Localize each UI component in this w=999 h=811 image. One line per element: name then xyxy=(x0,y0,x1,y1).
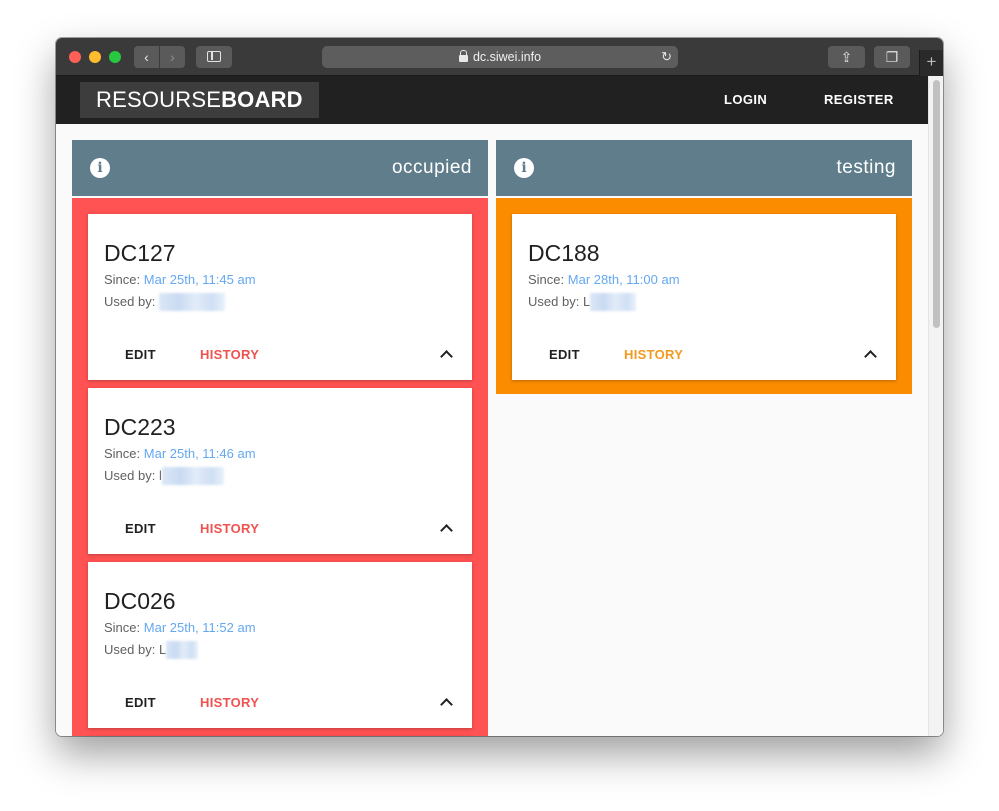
login-link[interactable]: LOGIN xyxy=(724,76,767,124)
column-occupied: i occupied DC127 Since: Mar 25th, 11:45 … xyxy=(72,140,488,736)
used-by-label: Used by: xyxy=(104,294,156,309)
tab-overview-button[interactable]: ❐ xyxy=(874,46,910,68)
since-time: Mar 25th, 11:46 am xyxy=(143,446,256,461)
edit-button[interactable]: EDIT xyxy=(549,347,580,362)
used-by-label: Used by: xyxy=(528,294,580,309)
chevron-right-icon: › xyxy=(170,49,175,65)
brand-text-bold: BOARD xyxy=(221,87,303,112)
since-line: Since: Mar 25th, 11:46 am xyxy=(104,446,256,461)
since-line: Since: Mar 25th, 11:52 am xyxy=(104,620,256,635)
column-header: i occupied xyxy=(72,140,488,196)
resource-name: DC188 xyxy=(528,240,600,266)
since-time: Mar 28th, 11:00 am xyxy=(567,272,680,287)
close-window-button[interactable] xyxy=(69,51,81,63)
back-button[interactable]: ‹ xyxy=(134,46,159,68)
column-testing: i testing DC188 Since: Mar 28th, 11:00 a… xyxy=(496,140,912,394)
tabs-icon: ❐ xyxy=(885,49,899,65)
since-time: Mar 25th, 11:45 am xyxy=(143,272,256,287)
info-icon[interactable]: i xyxy=(514,158,534,178)
brand-text-light: RESOURSE xyxy=(96,87,222,112)
since-label: Since: xyxy=(104,620,141,635)
used-by-label: Used by: xyxy=(104,642,156,657)
column-header: i testing xyxy=(496,140,912,196)
user-initial: L xyxy=(158,642,167,657)
forward-button[interactable]: › xyxy=(160,46,185,68)
resource-name: DC026 xyxy=(104,588,176,614)
since-label: Since: xyxy=(528,272,565,287)
address-url: dc.siwei.info xyxy=(472,50,542,64)
since-label: Since: xyxy=(104,272,141,287)
user-initial: L xyxy=(582,294,591,309)
redacted-username xyxy=(161,467,224,485)
page-viewport: RESOURSEBOARD LOGIN REGISTER i occupied … xyxy=(56,76,943,736)
edit-button[interactable]: EDIT xyxy=(125,347,156,362)
column-body: DC127 Since: Mar 25th, 11:45 am Used by:… xyxy=(72,198,488,736)
used-by-line: Used by: L xyxy=(528,293,637,311)
history-button[interactable]: HISTORY xyxy=(200,695,259,710)
history-button[interactable]: HISTORY xyxy=(200,521,259,536)
edit-button[interactable]: EDIT xyxy=(125,521,156,536)
column-title: testing xyxy=(836,157,896,178)
sidebar-toggle-button[interactable] xyxy=(196,46,232,68)
address-bar[interactable]: dc.siwei.info ↻ xyxy=(322,46,678,68)
history-button[interactable]: HISTORY xyxy=(200,347,259,362)
history-button[interactable]: HISTORY xyxy=(624,347,683,362)
used-by-line: Used by: xyxy=(104,293,225,311)
chevron-up-icon[interactable] xyxy=(440,524,453,537)
scrollbar[interactable] xyxy=(928,76,943,736)
redacted-username xyxy=(158,293,225,311)
chevron-up-icon[interactable] xyxy=(440,350,453,363)
redacted-username xyxy=(166,641,199,659)
chevron-up-icon[interactable] xyxy=(864,350,877,363)
resource-card: DC026 Since: Mar 25th, 11:52 am Used by:… xyxy=(88,562,472,728)
minimize-window-button[interactable] xyxy=(89,51,101,63)
scrollbar-thumb[interactable] xyxy=(933,80,940,328)
redacted-username xyxy=(590,293,637,311)
edit-button[interactable]: EDIT xyxy=(125,695,156,710)
app-bar: RESOURSEBOARD LOGIN REGISTER xyxy=(56,76,928,124)
share-icon: ⇪ xyxy=(840,49,853,65)
reload-icon[interactable]: ↻ xyxy=(661,46,672,68)
resource-card: DC223 Since: Mar 25th, 11:46 am Used by:… xyxy=(88,388,472,554)
since-line: Since: Mar 25th, 11:45 am xyxy=(104,272,256,287)
browser-window: ‹ › dc.siwei.info ↻ ⇪ ❐ + RESOURSEBOARD … xyxy=(56,38,943,736)
column-body: DC188 Since: Mar 28th, 11:00 am Used by:… xyxy=(496,198,912,394)
used-by-label: Used by: xyxy=(104,468,156,483)
new-tab-button[interactable]: + xyxy=(919,50,943,76)
register-link[interactable]: REGISTER xyxy=(824,76,894,124)
used-by-line: Used by: l xyxy=(104,467,224,485)
sidebar-icon xyxy=(207,51,221,62)
info-icon[interactable]: i xyxy=(90,158,110,178)
since-time: Mar 25th, 11:52 am xyxy=(143,620,256,635)
lock-icon xyxy=(458,50,468,62)
brand-logo[interactable]: RESOURSEBOARD xyxy=(80,82,319,118)
share-button[interactable]: ⇪ xyxy=(828,46,865,68)
maximize-window-button[interactable] xyxy=(109,51,121,63)
chevron-left-icon: ‹ xyxy=(144,49,149,65)
browser-toolbar: ‹ › dc.siwei.info ↻ ⇪ ❐ + xyxy=(56,38,943,76)
resource-name: DC127 xyxy=(104,240,176,266)
resource-name: DC223 xyxy=(104,414,176,440)
resource-card: DC188 Since: Mar 28th, 11:00 am Used by:… xyxy=(512,214,896,380)
resource-card: DC127 Since: Mar 25th, 11:45 am Used by:… xyxy=(88,214,472,380)
since-line: Since: Mar 28th, 11:00 am xyxy=(528,272,680,287)
chevron-up-icon[interactable] xyxy=(440,698,453,711)
since-label: Since: xyxy=(104,446,141,461)
column-title: occupied xyxy=(391,157,472,178)
used-by-line: Used by: L xyxy=(104,641,199,659)
